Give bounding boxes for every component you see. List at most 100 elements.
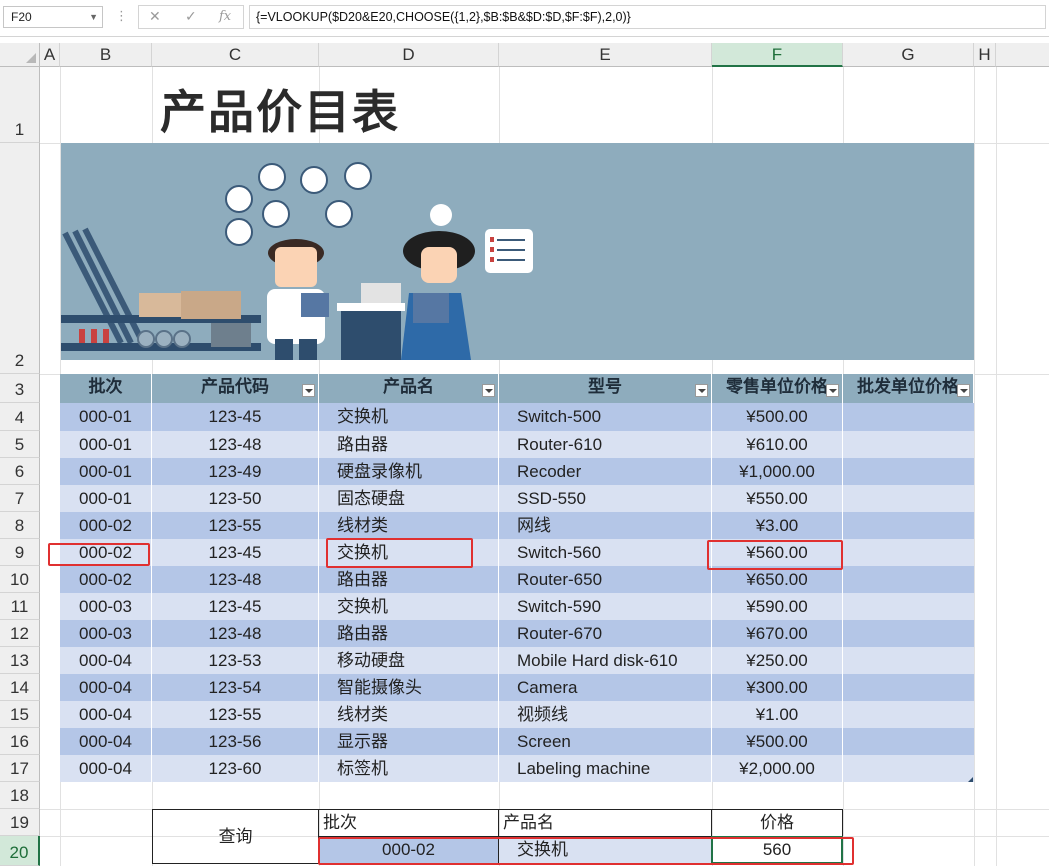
table-cell[interactable]: 123-56	[152, 728, 319, 755]
table-cell-wholesale[interactable]	[843, 403, 974, 431]
table-cell[interactable]: 123-48	[152, 620, 319, 647]
confirm-icon[interactable]: ✓	[185, 8, 197, 25]
table-cell[interactable]: 000-01	[60, 431, 152, 458]
table-cell-wholesale[interactable]	[843, 485, 974, 512]
table-cell[interactable]: 路由器	[319, 620, 499, 647]
table-cell[interactable]: Labeling machine	[499, 755, 712, 782]
table-cell[interactable]: 000-02	[60, 512, 152, 539]
table-cell-wholesale[interactable]	[843, 647, 974, 674]
table-cell[interactable]: 123-53	[152, 647, 319, 674]
table-cell[interactable]: 123-54	[152, 674, 319, 701]
row-header-2[interactable]: 2	[0, 143, 40, 374]
table-cell[interactable]: 路由器	[319, 431, 499, 458]
table-cell[interactable]: 标签机	[319, 755, 499, 782]
query-header-price[interactable]: 价格	[711, 809, 843, 837]
filter-dropdown-icon[interactable]	[482, 384, 495, 397]
query-header-batch[interactable]: 批次	[318, 809, 499, 837]
table-cell[interactable]: Camera	[499, 674, 712, 701]
table-cell[interactable]: 000-03	[60, 620, 152, 647]
table-cell[interactable]: Router-670	[499, 620, 712, 647]
table-cell[interactable]: SSD-550	[499, 485, 712, 512]
table-cell[interactable]: 123-55	[152, 512, 319, 539]
select-all-corner[interactable]	[0, 43, 40, 67]
table-cell[interactable]: 123-49	[152, 458, 319, 485]
row-header-9[interactable]: 9	[0, 539, 40, 566]
table-cell[interactable]: 000-01	[60, 458, 152, 485]
table-cell[interactable]: 123-48	[152, 431, 319, 458]
row-header-11[interactable]: 11	[0, 593, 40, 620]
table-cell[interactable]: ¥1,000.00	[712, 458, 843, 485]
table-cell[interactable]: 123-45	[152, 539, 319, 566]
table-cell-wholesale[interactable]	[843, 701, 974, 728]
sort-filter-icon[interactable]	[302, 384, 315, 397]
filter-dropdown-icon[interactable]	[826, 384, 839, 397]
column-header-a[interactable]: A	[40, 43, 60, 67]
column-header-f[interactable]: F	[712, 43, 843, 67]
column-header-c[interactable]: C	[152, 43, 319, 67]
table-cell[interactable]: 网线	[499, 512, 712, 539]
formula-input[interactable]: {=VLOOKUP($D20&E20,CHOOSE({1,2},$B:$B&$D…	[249, 5, 1046, 29]
column-header-g[interactable]: G	[843, 43, 974, 67]
table-cell[interactable]: ¥670.00	[712, 620, 843, 647]
table-cell[interactable]: ¥590.00	[712, 593, 843, 620]
table-cell[interactable]: Recoder	[499, 458, 712, 485]
cancel-icon[interactable]: ✕	[149, 8, 161, 25]
table-cell[interactable]: Switch-560	[499, 539, 712, 566]
table-cell[interactable]: 视频线	[499, 701, 712, 728]
table-cell[interactable]: ¥250.00	[712, 647, 843, 674]
row-header-16[interactable]: 16	[0, 728, 40, 755]
row-header-1[interactable]: 1	[0, 67, 40, 143]
table-cell[interactable]: 000-01	[60, 485, 152, 512]
row-header-18[interactable]: 18	[0, 782, 40, 809]
table-cell[interactable]: 000-01	[60, 403, 152, 431]
table-cell[interactable]: 线材类	[319, 512, 499, 539]
row-header-10[interactable]: 10	[0, 566, 40, 593]
table-cell-wholesale[interactable]	[843, 539, 974, 566]
table-cell[interactable]: 000-04	[60, 728, 152, 755]
table-cell[interactable]: ¥650.00	[712, 566, 843, 593]
table-cell[interactable]: Switch-500	[499, 403, 712, 431]
table-cell-wholesale[interactable]	[843, 620, 974, 647]
table-cell[interactable]: ¥1.00	[712, 701, 843, 728]
row-header-3[interactable]: 3	[0, 374, 40, 403]
row-header-19[interactable]: 19	[0, 809, 40, 836]
table-cell-wholesale[interactable]	[843, 674, 974, 701]
row-header-12[interactable]: 12	[0, 620, 40, 647]
name-box[interactable]: F20 ▼	[3, 6, 103, 28]
table-cell[interactable]: 交换机	[319, 593, 499, 620]
query-label[interactable]: 查询	[152, 809, 319, 864]
function-icon[interactable]: fx	[219, 9, 231, 24]
filter-dropdown-icon[interactable]	[957, 384, 970, 397]
table-cell[interactable]: ¥610.00	[712, 431, 843, 458]
query-header-name[interactable]: 产品名	[498, 809, 712, 837]
table-cell[interactable]: Router-610	[499, 431, 712, 458]
table-cell[interactable]: 显示器	[319, 728, 499, 755]
table-cell[interactable]: 123-55	[152, 701, 319, 728]
table-cell[interactable]: ¥550.00	[712, 485, 843, 512]
table-cell[interactable]: 固态硬盘	[319, 485, 499, 512]
row-header-7[interactable]: 7	[0, 485, 40, 512]
table-cell[interactable]: 交换机	[319, 403, 499, 431]
table-cell-wholesale[interactable]	[843, 593, 974, 620]
table-cell[interactable]: 123-45	[152, 403, 319, 431]
table-cell[interactable]: 000-04	[60, 674, 152, 701]
row-header-14[interactable]: 14	[0, 674, 40, 701]
table-cell-wholesale[interactable]	[843, 458, 974, 485]
table-cell-wholesale[interactable]	[843, 431, 974, 458]
table-cell[interactable]: 移动硬盘	[319, 647, 499, 674]
row-header-6[interactable]: 6	[0, 458, 40, 485]
table-cell[interactable]: 123-45	[152, 593, 319, 620]
filter-dropdown-icon[interactable]	[695, 384, 708, 397]
row-header-8[interactable]: 8	[0, 512, 40, 539]
table-cell[interactable]: 123-48	[152, 566, 319, 593]
table-cell[interactable]: ¥500.00	[712, 403, 843, 431]
table-cell[interactable]: ¥2,000.00	[712, 755, 843, 782]
table-cell[interactable]: 000-03	[60, 593, 152, 620]
column-header-b[interactable]: B	[60, 43, 152, 67]
table-cell[interactable]: 硬盘录像机	[319, 458, 499, 485]
table-cell-wholesale[interactable]	[843, 728, 974, 755]
table-cell[interactable]: 000-04	[60, 755, 152, 782]
table-cell[interactable]: 000-04	[60, 647, 152, 674]
table-cell[interactable]: Mobile Hard disk-610	[499, 647, 712, 674]
table-cell-wholesale[interactable]	[843, 566, 974, 593]
